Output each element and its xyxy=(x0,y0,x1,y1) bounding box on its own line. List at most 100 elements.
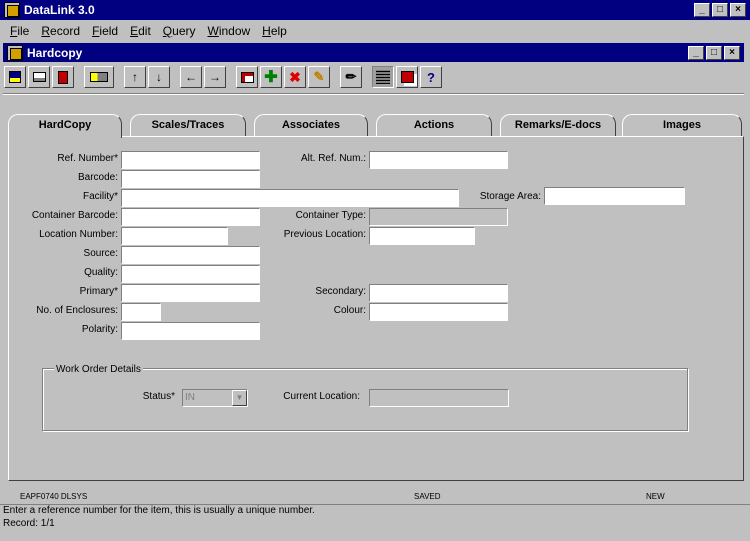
record-counter: Record: 1/1 xyxy=(3,518,55,529)
maximize-button[interactable]: □ xyxy=(712,3,728,17)
help-icon: ? xyxy=(427,69,435,85)
tab-strip: HardCopy Scales/Traces Associates Action… xyxy=(8,114,744,138)
next-record-button[interactable]: ↓ xyxy=(148,66,170,88)
grid-icon xyxy=(376,70,390,84)
secondary-label: Secondary: xyxy=(315,286,366,297)
tab-scales-traces[interactable]: Scales/Traces xyxy=(130,114,246,136)
primary-input[interactable] xyxy=(121,284,260,302)
save-icon xyxy=(9,71,21,83)
tab-hardcopy[interactable]: HardCopy xyxy=(8,114,122,138)
primary-label: Primary* xyxy=(79,286,118,297)
no-enclosures-label: No. of Enclosures: xyxy=(36,305,118,316)
window-minimize-button[interactable]: _ xyxy=(688,45,704,60)
exit-icon xyxy=(58,70,68,84)
status-select: IN ▼ xyxy=(182,389,248,407)
image-icon xyxy=(240,71,254,83)
storage-area-input[interactable] xyxy=(544,187,685,205)
edit-icon: ✎ xyxy=(313,69,325,84)
previous-location-input[interactable] xyxy=(369,227,475,245)
current-location-input xyxy=(369,389,509,407)
menu-bar: File Record Field Edit Query Window Help xyxy=(0,21,750,41)
ref-number-input[interactable] xyxy=(121,151,260,169)
pencil-icon: ✏ xyxy=(345,69,357,84)
menu-window[interactable]: Window xyxy=(201,24,256,38)
alt-ref-num-input[interactable] xyxy=(369,151,508,169)
container-barcode-label: Container Barcode: xyxy=(31,210,118,221)
app-title: DataLink 3.0 xyxy=(24,3,95,17)
edit-button[interactable]: ✎ xyxy=(308,66,330,88)
save-state: SAVED xyxy=(414,492,441,501)
previous-field-button[interactable]: ← xyxy=(180,66,202,88)
minimize-button[interactable]: _ xyxy=(694,3,710,17)
ref-number-label: Ref. Number* xyxy=(57,153,118,164)
close-button[interactable]: × xyxy=(730,3,746,17)
previous-location-label: Previous Location: xyxy=(283,229,366,240)
window-close-button[interactable]: × xyxy=(724,45,740,60)
colour-label: Colour: xyxy=(333,305,366,316)
colour-input[interactable] xyxy=(369,303,508,321)
window-maximize-button[interactable]: □ xyxy=(706,45,722,60)
next-field-button[interactable]: → xyxy=(204,66,226,88)
menu-file[interactable]: File xyxy=(4,24,35,38)
polarity-label: Polarity: xyxy=(81,324,118,335)
container-barcode-input[interactable] xyxy=(121,208,260,226)
delete-icon: ✖ xyxy=(289,68,301,85)
polarity-input[interactable] xyxy=(121,322,260,340)
window-icon xyxy=(7,44,23,61)
up-arrow-icon: ↑ xyxy=(132,70,138,84)
app-icon xyxy=(4,2,20,18)
pencil-button[interactable]: ✏ xyxy=(340,66,362,88)
toolbar-separator xyxy=(3,93,744,95)
previous-record-button[interactable]: ↑ xyxy=(124,66,146,88)
menu-record[interactable]: Record xyxy=(35,24,86,38)
status-label: Status* xyxy=(142,391,175,402)
source-input[interactable] xyxy=(121,246,260,264)
help-button[interactable]: ? xyxy=(420,66,442,88)
form-id: EAPF0740 DLSYS xyxy=(20,492,88,501)
image-button[interactable] xyxy=(236,66,258,88)
storage-area-label: Storage Area: xyxy=(479,191,541,202)
keys-icon xyxy=(90,72,108,82)
location-number-label: Location Number: xyxy=(39,229,118,240)
window-title-bar[interactable]: Hardcopy _ □ × xyxy=(3,43,744,62)
copy-icon xyxy=(400,71,414,83)
quality-input[interactable] xyxy=(121,265,260,283)
secondary-input[interactable] xyxy=(369,284,508,302)
menu-field[interactable]: Field xyxy=(86,24,124,38)
alt-ref-num-label: Alt. Ref. Num.: xyxy=(300,153,366,164)
menu-help[interactable]: Help xyxy=(256,24,293,38)
copy-button[interactable] xyxy=(396,66,418,88)
exit-button[interactable] xyxy=(52,66,74,88)
toolbar: ↑ ↓ ← → ✚ ✖ ✎ ✏ ? xyxy=(4,63,444,91)
print-icon xyxy=(32,72,46,82)
barcode-label: Barcode: xyxy=(77,172,118,183)
delete-record-button[interactable]: ✖ xyxy=(284,66,306,88)
status-value: IN xyxy=(185,392,195,403)
print-button[interactable] xyxy=(28,66,50,88)
add-record-button[interactable]: ✚ xyxy=(260,66,282,88)
add-icon: ✚ xyxy=(264,69,278,86)
app-title-bar[interactable]: DataLink 3.0 _ □ × xyxy=(0,0,750,20)
window-title: Hardcopy xyxy=(27,45,83,60)
barcode-input[interactable] xyxy=(121,170,260,188)
menu-query[interactable]: Query xyxy=(157,24,202,38)
keys-button[interactable] xyxy=(84,66,114,88)
grid-button[interactable] xyxy=(372,66,394,88)
facility-input[interactable] xyxy=(121,189,459,207)
left-arrow-icon: ← xyxy=(185,70,197,84)
quality-label: Quality: xyxy=(84,267,118,278)
container-type-input xyxy=(369,208,508,226)
save-button[interactable] xyxy=(4,66,26,88)
tab-remarks-edocs[interactable]: Remarks/E-docs xyxy=(500,114,616,136)
tab-images[interactable]: Images xyxy=(622,114,742,136)
tab-associates[interactable]: Associates xyxy=(254,114,368,136)
chevron-down-icon: ▼ xyxy=(232,390,247,406)
record-mode: NEW xyxy=(646,492,665,501)
form-status-row: EAPF0740 DLSYS SAVED NEW xyxy=(8,490,744,503)
container-type-label: Container Type: xyxy=(295,210,366,221)
source-label: Source: xyxy=(83,248,118,259)
no-enclosures-input[interactable] xyxy=(121,303,161,321)
location-number-input[interactable] xyxy=(121,227,228,245)
tab-actions[interactable]: Actions xyxy=(376,114,492,136)
menu-edit[interactable]: Edit xyxy=(124,24,157,38)
